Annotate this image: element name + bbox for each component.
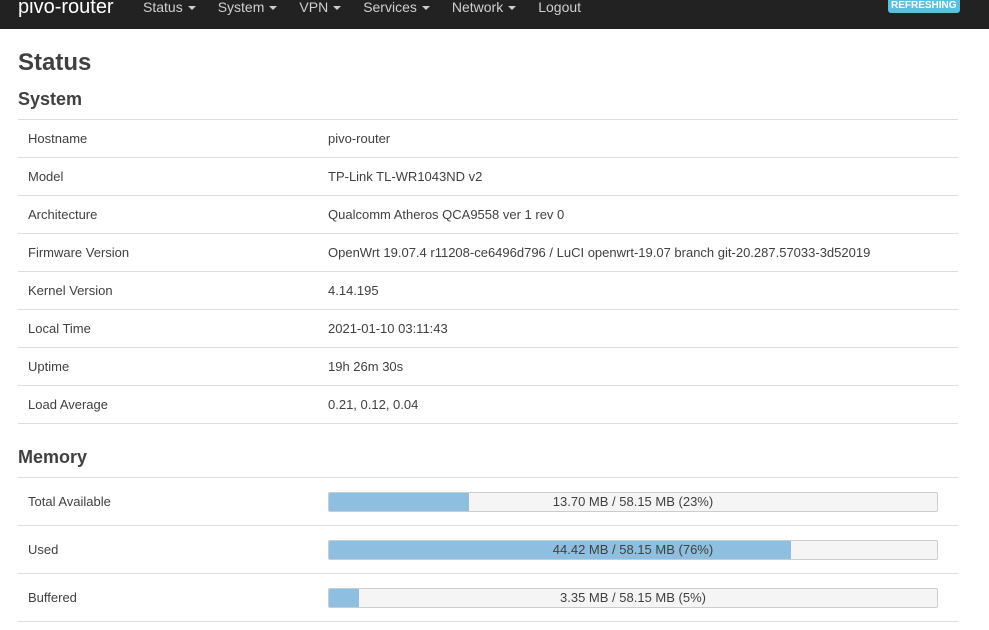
system-row: Load Average 0.21, 0.12, 0.04 [18, 385, 958, 424]
memory-row-value: 13.70 MB / 58.15 MB (23%) [328, 477, 958, 526]
system-row-key: Hostname [18, 119, 328, 158]
caret-down-icon [187, 6, 196, 11]
menu-services-label: Services [363, 0, 417, 15]
system-row-key: Local Time [18, 309, 328, 348]
system-row-key: Firmware Version [18, 233, 328, 272]
system-row: Kernel Version 4.14.195 [18, 271, 958, 310]
memory-row: Buffered 3.35 MB / 58.15 MB (5%) [18, 573, 958, 622]
system-row-value: 2021-01-10 03:11:43 [328, 309, 958, 348]
memory-progress-bar: 13.70 MB / 58.15 MB (23%) [328, 491, 938, 512]
memory-progress-bar: 44.42 MB / 58.15 MB (76%) [328, 539, 938, 560]
system-row-key: Architecture [18, 195, 328, 234]
main-menu: Status System VPN Services Network Logou… [143, 0, 603, 29]
system-row-key: Model [18, 157, 328, 196]
system-table: Hostname pivo-router Model TP-Link TL-WR104… [18, 119, 958, 424]
system-row: Firmware Version OpenWrt 19.07.4 r11208-c… [18, 233, 958, 272]
menu-services[interactable]: Services [363, 0, 430, 29]
menu-system-label: System [217, 0, 265, 15]
memory-progress-text: 13.70 MB / 58.15 MB (23%) [552, 493, 714, 509]
system-row: Architecture Qualcomm Atheros QCA9558 ver… [18, 195, 958, 234]
memory-row-key: Buffered [18, 573, 328, 622]
top-navbar: pivo-router Status System VPN Services N… [0, 0, 989, 29]
memory-row-key: Used [18, 525, 328, 574]
caret-down-icon [333, 6, 342, 11]
system-row-value: Qualcomm Atheros QCA9558 ver 1 rev 0 [328, 195, 958, 234]
memory-table: Total Available 13.70 MB / 58.15 MB (23%)… [18, 477, 958, 622]
memory-section-title: Memory [18, 447, 88, 467]
system-row: Hostname pivo-router [18, 119, 958, 158]
memory-progress-text: 44.42 MB / 58.15 MB (76%) [552, 541, 714, 557]
page-title: Status [18, 49, 92, 76]
system-row-value: 19h 26m 30s [328, 347, 958, 386]
system-row-key: Kernel Version [18, 271, 328, 310]
system-row-value: OpenWrt 19.07.4 r11208-ce6496d796 / LuCI… [328, 233, 958, 272]
brand-link[interactable]: pivo-router [18, 0, 114, 20]
caret-down-icon [508, 6, 517, 11]
system-row-value: TP-Link TL-WR1043ND v2 [328, 157, 958, 196]
system-row: Uptime 19h 26m 30s [18, 347, 958, 386]
system-section-title: System [18, 89, 83, 109]
memory-progress-bar: 3.35 MB / 58.15 MB (5%) [328, 587, 938, 608]
memory-row-key: Total Available [18, 477, 328, 526]
system-row: Local Time 2021-01-10 03:11:43 [18, 309, 958, 348]
system-row-key: Load Average [18, 385, 328, 424]
system-row-value: 0.21, 0.12, 0.04 [328, 385, 958, 424]
system-row-value: 4.14.195 [328, 271, 958, 310]
menu-logout[interactable]: Logout [538, 0, 581, 29]
menu-status[interactable]: Status [143, 0, 196, 29]
menu-logout-label: Logout [538, 0, 582, 15]
caret-down-icon [269, 6, 278, 11]
refreshing-badge[interactable]: REFRESHING [888, 0, 960, 13]
memory-row: Used 44.42 MB / 58.15 MB (76%) [18, 525, 958, 574]
memory-row-value: 44.42 MB / 58.15 MB (76%) [328, 525, 958, 574]
menu-network[interactable]: Network [451, 0, 517, 29]
system-row-value: pivo-router [328, 119, 958, 158]
menu-system[interactable]: System [218, 0, 278, 29]
system-row-key: Uptime [18, 347, 328, 386]
memory-row-value: 3.35 MB / 58.15 MB (5%) [328, 573, 958, 622]
menu-status-label: Status [143, 0, 183, 15]
caret-down-icon [421, 6, 430, 11]
menu-network-label: Network [451, 0, 504, 15]
memory-row: Total Available 13.70 MB / 58.15 MB (23%) [18, 477, 958, 526]
menu-vpn-label: VPN [299, 0, 329, 15]
system-row: Model TP-Link TL-WR1043ND v2 [18, 157, 958, 196]
menu-vpn[interactable]: VPN [299, 0, 342, 29]
memory-progress-text: 3.35 MB / 58.15 MB (5%) [560, 589, 706, 605]
